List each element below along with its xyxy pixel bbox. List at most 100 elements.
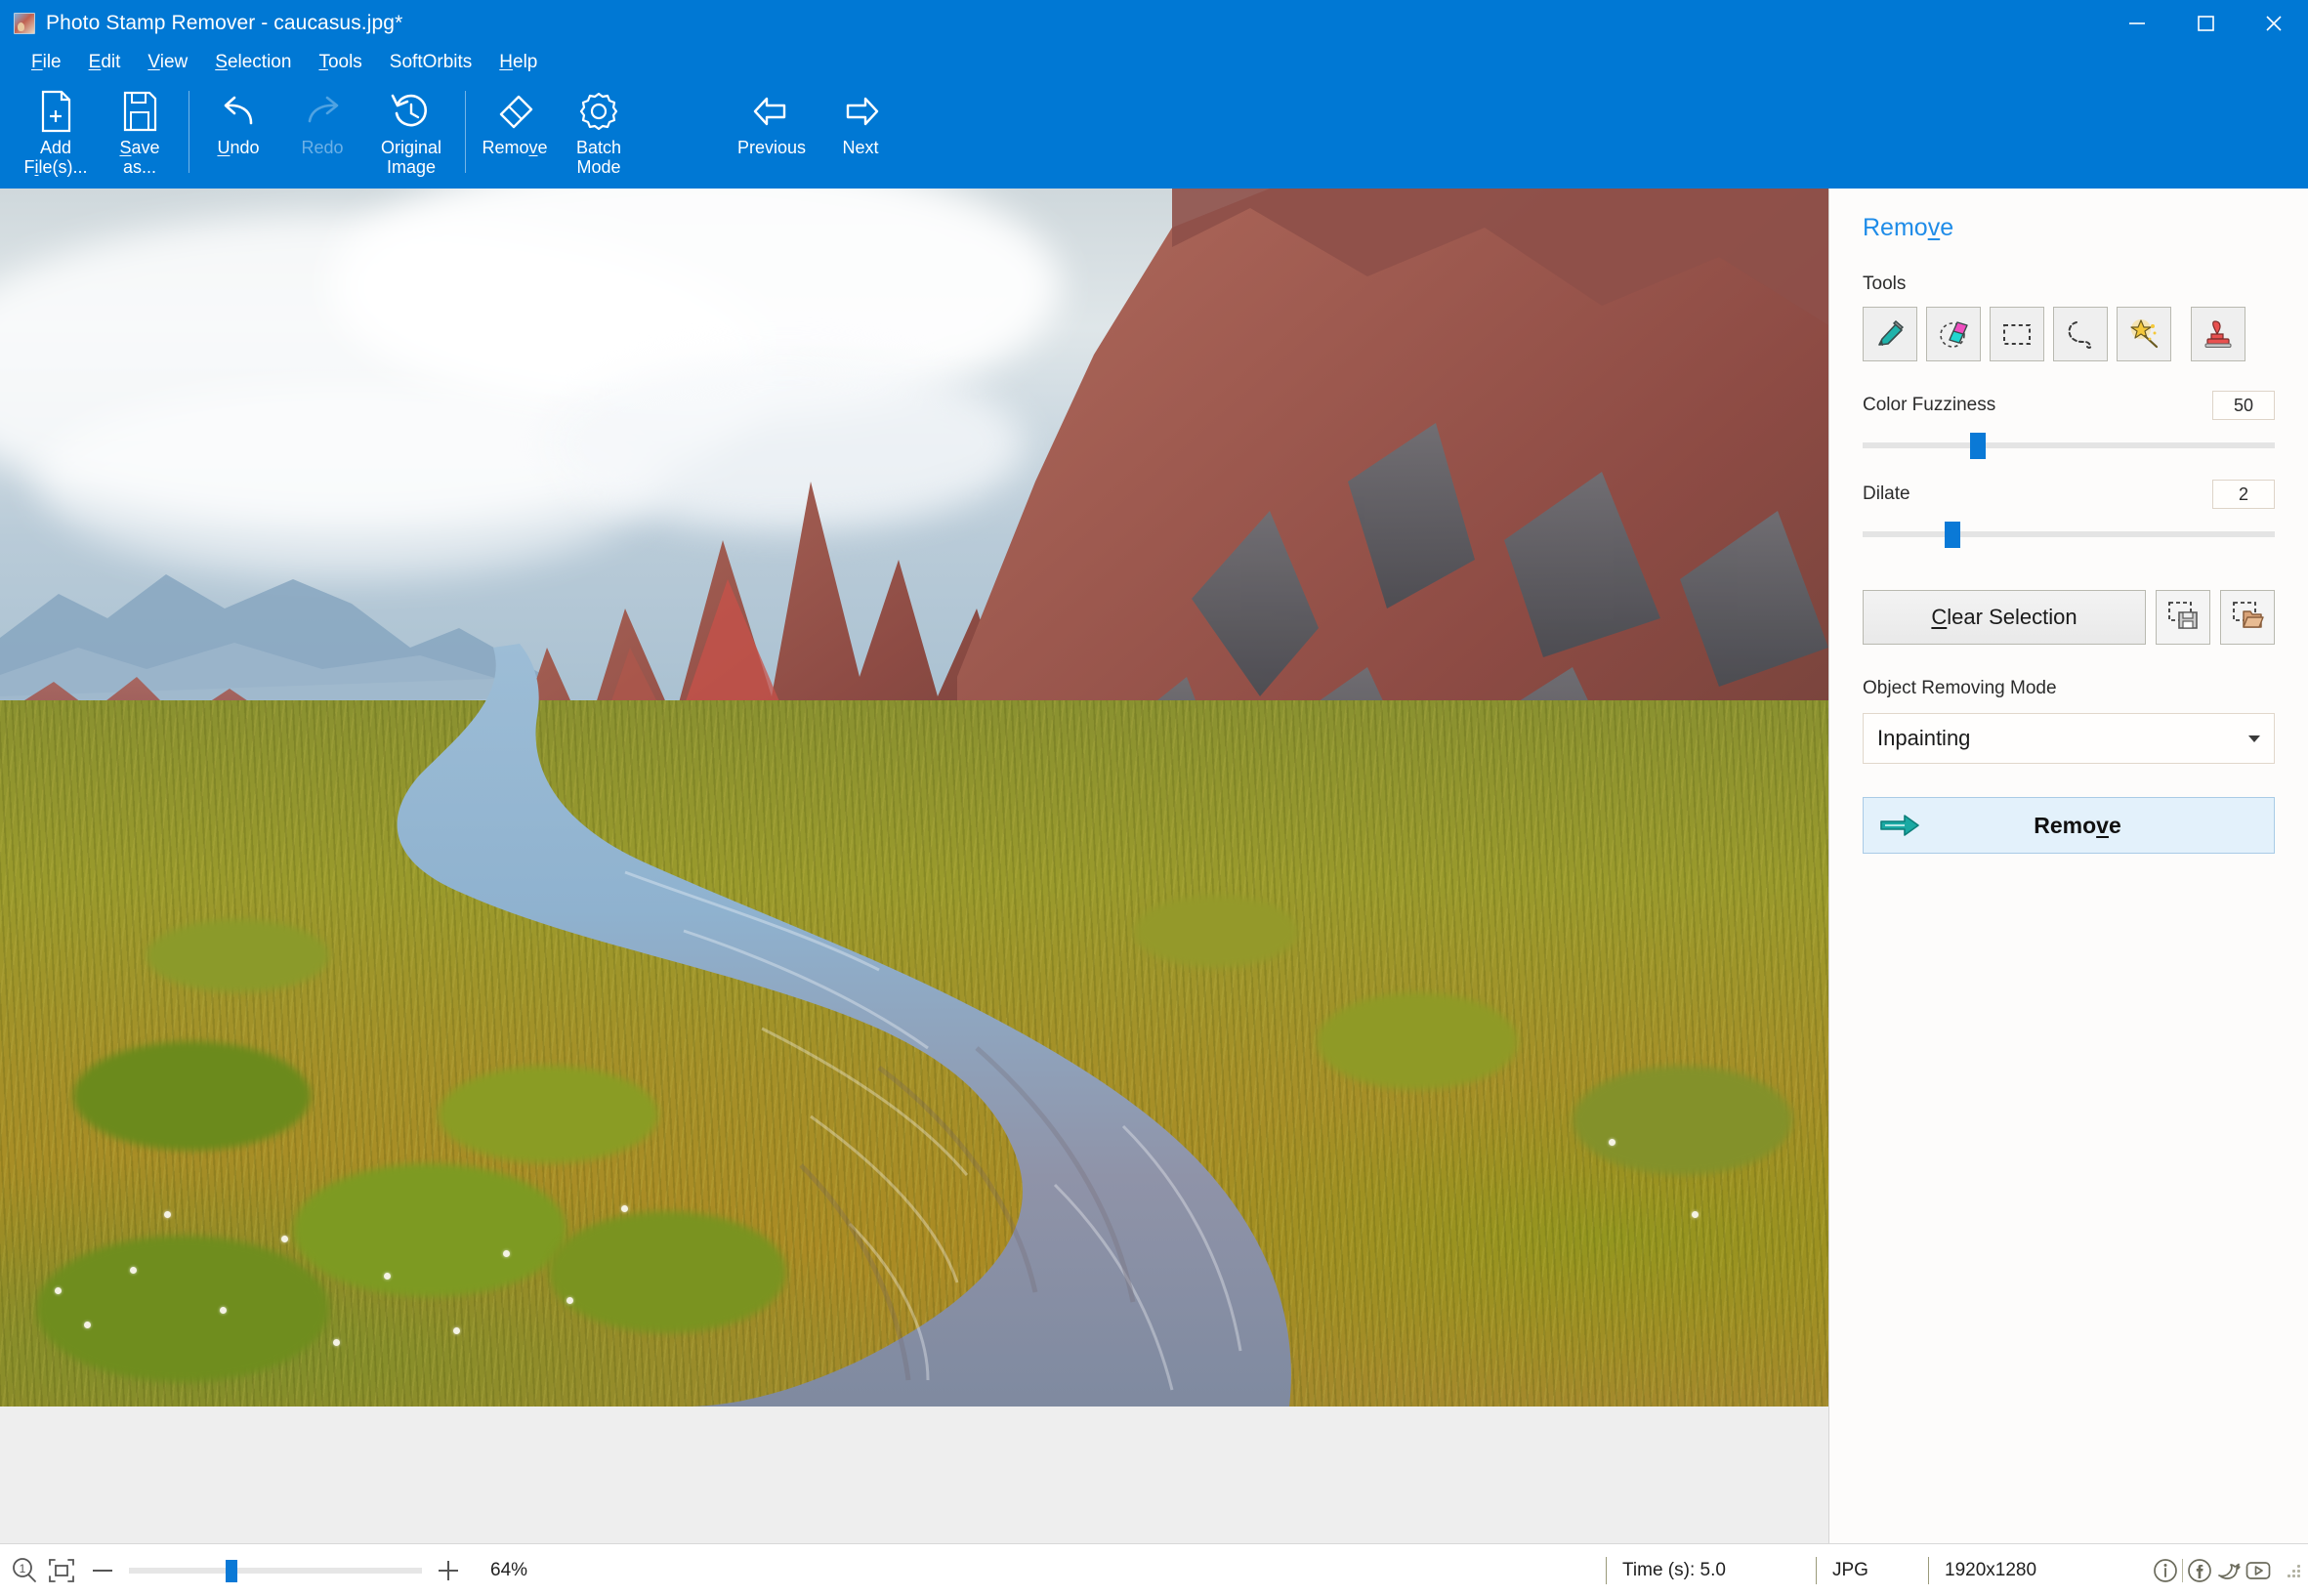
youtube-icon[interactable]	[2244, 1556, 2273, 1585]
stamp-icon	[2201, 316, 2236, 352]
resize-grip[interactable]	[2287, 1564, 2300, 1577]
dilate-thumb[interactable]	[1945, 522, 1961, 548]
color-fuzziness-thumb[interactable]	[1969, 433, 1986, 459]
menu-label-help: elp	[513, 52, 538, 72]
object-removing-mode-select[interactable]: Inpainting	[1863, 713, 2275, 764]
eraser-tool-button[interactable]	[1926, 307, 1981, 361]
tools-section-label: Tools	[1863, 273, 1907, 294]
status-format: JPG	[1816, 1556, 1928, 1584]
menu-item-tools[interactable]: Tools	[305, 46, 375, 79]
maximize-button[interactable]	[2171, 0, 2240, 46]
redo-icon	[300, 88, 345, 135]
dilate-label: Dilate	[1863, 483, 1910, 504]
flower	[1609, 1138, 1616, 1146]
save-selection-button[interactable]	[2156, 590, 2210, 645]
menu-item-softorbits[interactable]: SoftOrbits	[376, 46, 485, 79]
facebook-icon[interactable]	[2185, 1556, 2214, 1585]
title-bar: Photo Stamp Remover - caucasus.jpg*	[0, 0, 2308, 46]
menu-item-file[interactable]: File	[18, 46, 75, 79]
toolbar-next-button[interactable]: Next	[818, 79, 902, 181]
toolbar-add-files-label: Add File(s)...	[23, 138, 88, 178]
canvas-background	[0, 1407, 1828, 1543]
menu-label-edit: dit	[101, 52, 121, 72]
load-selection-button[interactable]	[2220, 590, 2275, 645]
toolbar-original-image-button[interactable]: Original Image	[364, 79, 458, 181]
clear-selection-button[interactable]: Clear Selection	[1863, 590, 2146, 645]
color-fuzziness-slider[interactable]	[1863, 429, 2275, 462]
object-removing-mode-label: Object Removing Mode	[1863, 678, 2057, 698]
menu-item-view[interactable]: View	[134, 46, 201, 79]
zoom-slider-track	[129, 1567, 422, 1574]
flower	[129, 1266, 137, 1274]
toolbar-add-files-button[interactable]: Add File(s)...	[14, 79, 98, 181]
image-canvas[interactable]	[0, 189, 1828, 1407]
remove-action-button[interactable]: Remove	[1863, 797, 2275, 854]
zoom-controls: 1 64%	[0, 1556, 527, 1585]
close-button[interactable]	[2240, 0, 2308, 46]
flower	[84, 1321, 92, 1328]
magic-wand-tool-button[interactable]	[2117, 307, 2171, 361]
flower	[384, 1272, 392, 1280]
dilate-slider[interactable]	[1863, 518, 2275, 551]
dilate-value[interactable]: 2	[2212, 480, 2275, 509]
zoom-slider-thumb[interactable]	[226, 1559, 237, 1582]
toolbar-separator-2	[465, 91, 466, 173]
status-dimensions: 1920x1280	[1928, 1556, 2123, 1584]
arrow-right-teal-icon	[1879, 813, 1920, 838]
menu-bar: File Edit View Selection Tools SoftOrbit…	[0, 46, 2308, 79]
zoom-slider[interactable]	[129, 1556, 422, 1585]
undo-icon	[216, 88, 261, 135]
twitter-icon[interactable]	[2214, 1556, 2244, 1585]
tools-row	[1863, 307, 2275, 361]
toolbar-undo-label: Undo	[217, 138, 260, 157]
history-clock-icon	[389, 88, 434, 135]
dilate-row: Dilate 2	[1863, 480, 2275, 509]
toolbar-next-label: Next	[842, 138, 879, 157]
toolbar-redo-label: Redo	[301, 138, 344, 157]
remove-action-label: Remove	[2034, 812, 2121, 838]
chevron-down-icon	[2248, 735, 2260, 742]
magic-wand-icon	[2126, 316, 2161, 352]
eraser-icon	[492, 88, 537, 135]
svg-text:1: 1	[20, 1562, 26, 1575]
social-divider	[2182, 1558, 2183, 1582]
status-time: Time (s): 5.0	[1606, 1556, 1816, 1584]
menu-item-help[interactable]: Help	[485, 46, 551, 79]
lasso-select-tool-button[interactable]	[2053, 307, 2108, 361]
status-bar: 1 64% Time (s): 5.0 JPG 1920x1280	[0, 1543, 2308, 1596]
load-selection-icon	[2231, 599, 2264, 637]
flower	[219, 1306, 227, 1314]
toolbar-undo-button[interactable]: Undo	[196, 79, 280, 181]
photo-stamp-remover-window: Photo Stamp Remover - caucasus.jpg* File…	[0, 0, 2308, 1596]
window-title: Photo Stamp Remover - caucasus.jpg*	[46, 11, 403, 34]
zoom-1-to-1-icon[interactable]: 1	[10, 1556, 39, 1585]
panel-title: Remove	[1863, 214, 1954, 241]
eraser-color-icon	[1936, 316, 1971, 352]
toolbar-remove-button[interactable]: Remove	[473, 79, 557, 181]
window-controls	[2103, 0, 2308, 46]
toolbar-original-image-label: Original Image	[380, 138, 442, 178]
minimize-button[interactable]	[2103, 0, 2171, 46]
info-icon[interactable]	[2151, 1556, 2180, 1585]
color-fuzziness-label: Color Fuzziness	[1863, 395, 1996, 415]
toolbar-previous-button[interactable]: Previous	[725, 79, 818, 181]
arrow-left-icon	[749, 88, 794, 135]
title-bar-left: Photo Stamp Remover - caucasus.jpg*	[0, 12, 402, 35]
toolbar-batch-mode-button[interactable]: Batch Mode	[557, 79, 641, 181]
toolbar-redo-button[interactable]: Redo	[280, 79, 364, 181]
marker-tool-button[interactable]	[1863, 307, 1917, 361]
lasso-icon	[2063, 316, 2098, 352]
zoom-out-button[interactable]	[84, 1558, 121, 1583]
clone-stamp-tool-button[interactable]	[2191, 307, 2245, 361]
flower	[55, 1286, 63, 1294]
menu-label-selection: election	[227, 52, 292, 72]
zoom-in-button[interactable]	[430, 1558, 467, 1583]
color-fuzziness-track	[1863, 442, 2275, 448]
fit-to-window-icon[interactable]	[47, 1556, 76, 1585]
toolbar-save-as-button[interactable]: Save as...	[98, 79, 182, 181]
zoom-percent-label: 64%	[490, 1559, 528, 1580]
menu-item-edit[interactable]: Edit	[75, 46, 135, 79]
color-fuzziness-value[interactable]: 50	[2212, 391, 2275, 420]
menu-item-selection[interactable]: Selection	[201, 46, 305, 79]
rectangle-select-tool-button[interactable]	[1990, 307, 2044, 361]
